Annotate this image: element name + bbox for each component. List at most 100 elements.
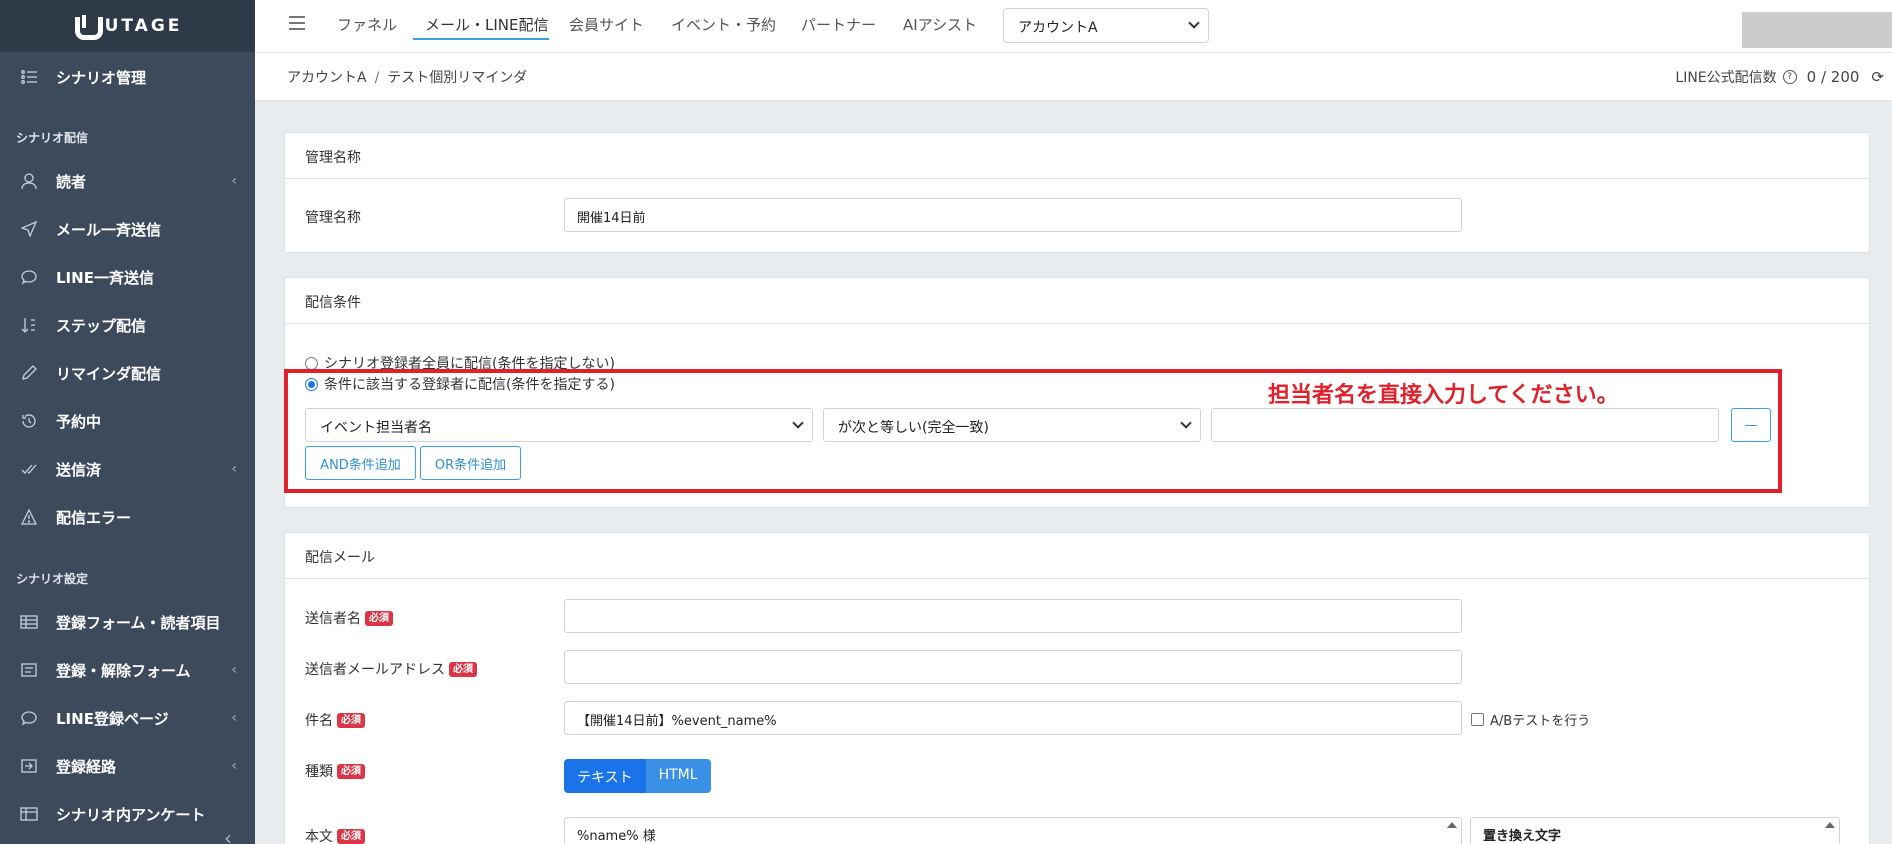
sidebar-item-delivery-error[interactable]: 配信エラー: [0, 497, 255, 537]
management-name-input[interactable]: 開催14日前: [564, 198, 1462, 232]
body-textarea[interactable]: %name% 様: [564, 817, 1462, 844]
condition-value-input[interactable]: [1211, 408, 1719, 442]
sidebar-item-label: LINE登録ページ: [56, 709, 169, 728]
add-or-condition-button[interactable]: OR条件追加: [420, 446, 521, 480]
radio-label: 条件に該当する登録者に配信(条件を指定する): [324, 377, 615, 393]
condition-operator-select[interactable]: が次と等しい(完全一致): [823, 408, 1201, 442]
sidebar-item-register-unsubscribe-form[interactable]: 登録・解除フォーム ‹: [0, 650, 255, 690]
account-select[interactable]: アカウントA: [1003, 8, 1209, 43]
sidebar-item-scheduled[interactable]: 予約中: [0, 401, 255, 441]
radio-button-selected[interactable]: [305, 377, 318, 391]
nav-link-partner[interactable]: パートナー: [801, 14, 876, 35]
top-navigation: ファネル メール・LINE配信 会員サイト イベント・予約 パートナー AIアシ…: [255, 0, 1892, 53]
help-icon[interactable]: ?: [1782, 70, 1797, 84]
breadcrumb-bar: アカウントA / テスト個別リマインダ LINE公式配信数 ? 0 / 200 ⟳: [255, 53, 1892, 101]
sender-email-input[interactable]: [564, 650, 1462, 684]
nav-link-event-booking[interactable]: イベント・予約: [671, 14, 776, 35]
breadcrumb-account[interactable]: アカウントA: [287, 70, 367, 86]
sidebar-item-step-delivery[interactable]: ステップ配信: [0, 305, 255, 345]
sidebar: UTAGE シナリオ管理 シナリオ配信 読者 ‹ メール一斉送信 LINE一斉送…: [0, 0, 255, 844]
chat-icon: [18, 266, 40, 288]
chevron-left-icon: ‹: [231, 662, 237, 678]
sidebar-item-label: シナリオ内アンケート: [56, 805, 206, 824]
replace-text-label: 置き換え文字: [1483, 829, 1562, 844]
field-label-text: 本文: [305, 829, 333, 844]
sidebar-item-line-broadcast[interactable]: LINE一斉送信: [0, 257, 255, 297]
collapse-sidebar-icon[interactable]: ‹: [224, 826, 232, 844]
account-select-value: アカウントA: [1018, 20, 1098, 36]
brand[interactable]: UTAGE: [0, 0, 255, 52]
user-menu[interactable]: [1742, 12, 1892, 48]
scroll-up-arrow-icon[interactable]: [1447, 822, 1457, 828]
sidebar-item-label: 送信済: [56, 460, 102, 479]
sidebar-item-scenario-survey[interactable]: シナリオ内アンケート: [0, 794, 255, 834]
sidebar-item-registration-form[interactable]: 登録フォーム・読者項目: [0, 602, 255, 642]
breadcrumb: アカウントA / テスト個別リマインダ: [287, 67, 527, 87]
sidebar-item-label: 登録・解除フォーム: [56, 661, 191, 680]
sidebar-item-label: 予約中: [56, 412, 102, 431]
line-delivery-count: LINE公式配信数 ? 0 / 200 ⟳: [1675, 67, 1884, 87]
radio-deliver-all[interactable]: シナリオ登録者全員に配信(条件を指定しない): [305, 353, 615, 373]
list-icon: [18, 66, 40, 88]
sidebar-item-label: リマインダ配信: [56, 364, 162, 383]
required-badge: 必須: [337, 712, 365, 728]
sidebar-item-reminder-delivery[interactable]: リマインダ配信: [0, 353, 255, 393]
chevron-left-icon: ‹: [231, 173, 237, 189]
body-label: 本文 必須: [305, 826, 365, 844]
breadcrumb-separator: /: [374, 70, 380, 86]
type-text-button[interactable]: テキスト: [564, 759, 646, 793]
breadcrumb-page: テスト個別リマインダ: [387, 70, 528, 86]
nav-link-funnel[interactable]: ファネル: [337, 14, 397, 35]
warning-icon: [18, 506, 40, 528]
body-textarea-value: %name% 様: [577, 829, 656, 844]
table-icon: [18, 611, 40, 633]
card-header: 配信条件: [285, 278, 1869, 324]
condition-field-value: イベント担当者名: [320, 420, 432, 436]
form-icon: [18, 659, 40, 681]
type-label: 種類 必須: [305, 761, 365, 781]
nav-link-mail-line[interactable]: メール・LINE配信: [425, 14, 548, 35]
type-html-button[interactable]: HTML: [645, 759, 711, 793]
sidebar-item-mail-broadcast[interactable]: メール一斉送信: [0, 209, 255, 249]
ab-test-option[interactable]: A/Bテストを行う: [1471, 710, 1590, 729]
sidebar-item-label: メール一斉送信: [56, 220, 162, 239]
sidebar-item-readers[interactable]: 読者 ‹: [0, 161, 255, 201]
utage-logo-icon: [73, 15, 103, 40]
condition-field-select[interactable]: イベント担当者名: [305, 408, 813, 442]
step-icon: [18, 314, 40, 336]
sidebar-item-scenario-management[interactable]: シナリオ管理: [0, 57, 255, 97]
chevron-left-icon: ‹: [231, 758, 237, 774]
sidebar-heading-settings: シナリオ設定: [16, 572, 89, 586]
add-and-condition-button[interactable]: AND条件追加: [305, 446, 416, 480]
remove-condition-button[interactable]: —: [1731, 408, 1771, 442]
sidebar-item-registration-route[interactable]: 登録経路 ‹: [0, 746, 255, 786]
sender-name-input[interactable]: [564, 599, 1462, 633]
sidebar-item-line-registration-page[interactable]: LINE登録ページ ‹: [0, 698, 255, 738]
required-badge: 必須: [365, 610, 393, 626]
sidebar-item-label: 読者: [56, 172, 87, 191]
condition-operator-value: が次と等しい(完全一致): [838, 420, 989, 436]
management-name-label: 管理名称: [305, 210, 361, 226]
chevron-left-icon: ‹: [231, 710, 237, 726]
delivery-mail-card: 配信メール 送信者名 必須 送信者メールアドレス 必須 件名 必須 【開催14日…: [284, 532, 1870, 844]
hamburger-menu-icon[interactable]: [289, 16, 305, 30]
nav-link-member-site[interactable]: 会員サイト: [569, 14, 644, 35]
annotation-text: 担当者名を直接入力してください。: [1268, 383, 1619, 408]
brand-name: UTAGE: [104, 16, 183, 36]
subject-input[interactable]: 【開催14日前】%event_name%: [564, 701, 1462, 735]
line-count-value: 0 / 200: [1806, 68, 1860, 86]
sidebar-item-label: 登録経路: [56, 757, 117, 776]
nav-link-ai-assist[interactable]: AIアシスト: [903, 14, 977, 35]
card-header: 管理名称: [285, 133, 1869, 179]
ab-test-checkbox[interactable]: [1471, 713, 1484, 726]
sidebar-item-label: LINE一斉送信: [56, 268, 154, 287]
required-badge: 必須: [337, 763, 365, 779]
type-toggle: テキスト HTML: [564, 759, 711, 793]
sidebar-item-sent[interactable]: 送信済 ‹: [0, 449, 255, 489]
radio-button[interactable]: [305, 356, 318, 370]
scroll-up-arrow-icon[interactable]: [1825, 822, 1835, 828]
radio-deliver-conditional[interactable]: 条件に該当する登録者に配信(条件を指定する): [305, 374, 615, 394]
refresh-icon[interactable]: ⟳: [1871, 68, 1884, 86]
chat-icon: [18, 707, 40, 729]
ab-test-label: A/Bテストを行う: [1490, 714, 1591, 729]
